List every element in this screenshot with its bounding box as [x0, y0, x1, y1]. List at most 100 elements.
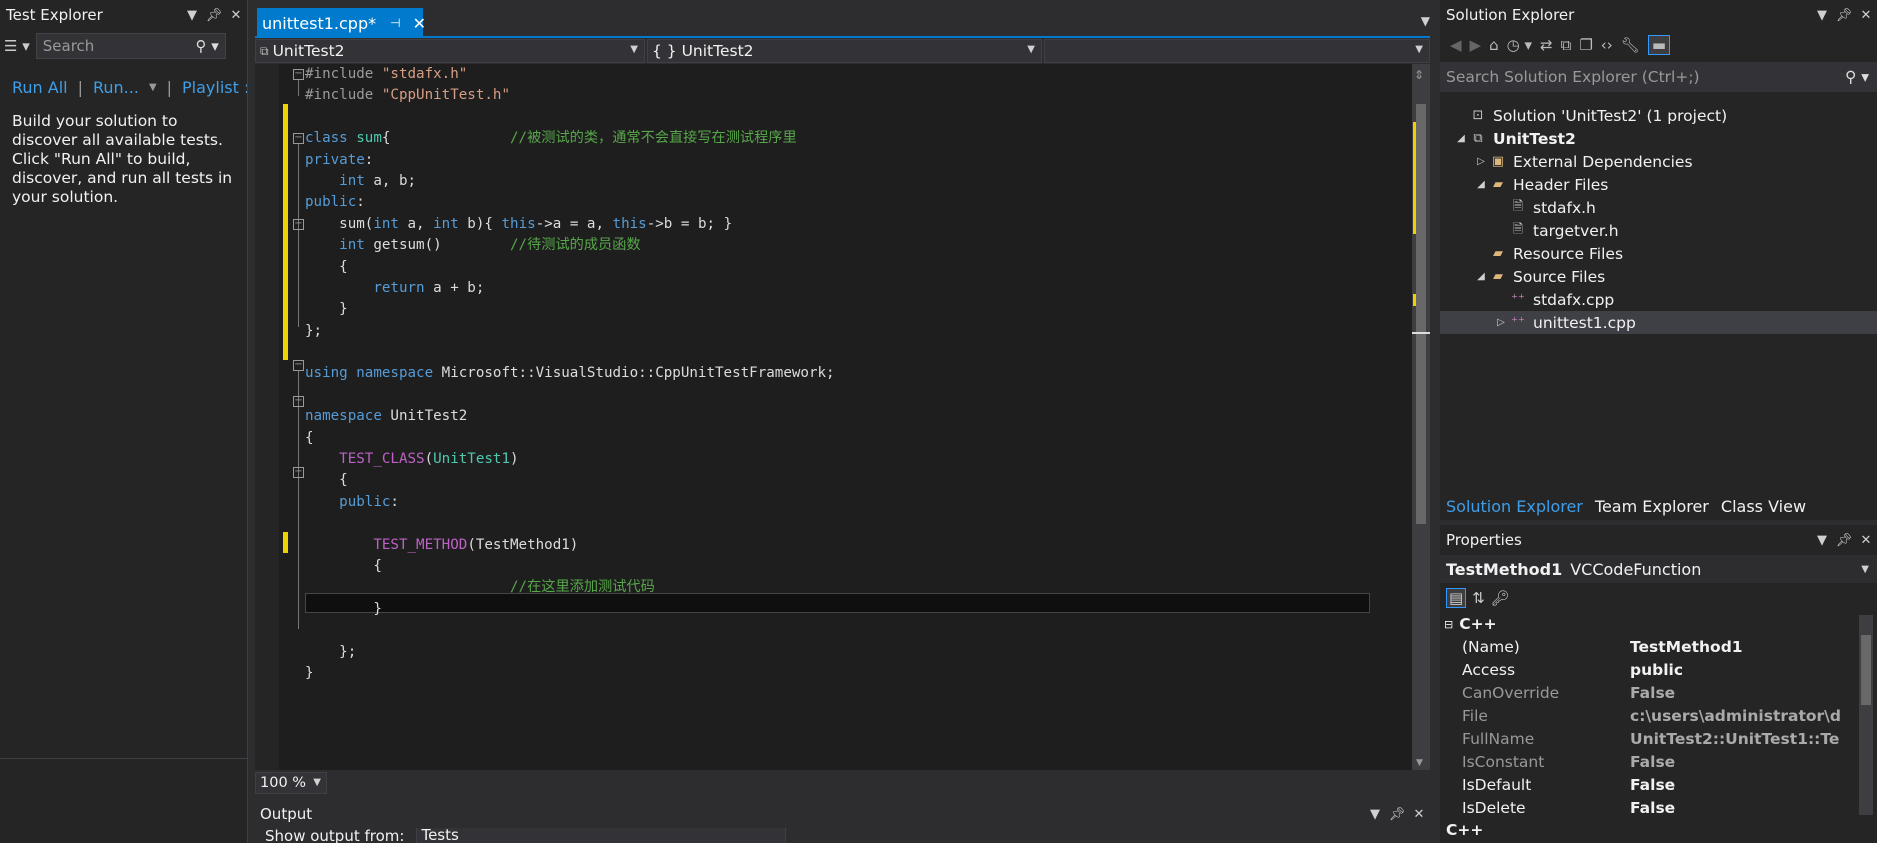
tab-team-explorer[interactable]: Team Explorer [1589, 497, 1715, 516]
expand-icon[interactable]: ▷ [1494, 317, 1508, 328]
code-line[interactable]: int a, b; [305, 171, 835, 192]
collapse-icon[interactable]: − [293, 219, 304, 230]
run-all-link[interactable]: Run All [12, 78, 68, 97]
properties-scrollbar[interactable] [1859, 615, 1873, 815]
property-row[interactable]: Access public [1440, 658, 1877, 681]
property-row[interactable]: IsDelete False [1440, 796, 1877, 819]
split-icon[interactable]: ⇕ [1414, 68, 1424, 82]
tree-item[interactable]: 🗎︎ stdafx.h [1440, 196, 1877, 219]
search-icon[interactable]: ⚲ ▾ [195, 37, 218, 55]
code-line[interactable] [305, 513, 835, 534]
collapse-icon[interactable]: ◢ [1474, 179, 1488, 190]
property-value[interactable]: False [1630, 776, 1840, 794]
code-line[interactable]: } [305, 299, 835, 320]
code-line[interactable]: } [305, 599, 835, 620]
code-line[interactable]: //在这里添加测试代码 [305, 577, 835, 598]
property-row[interactable]: FullName UnitTest2::UnitTest1::TestM [1440, 727, 1877, 750]
test-search-input[interactable]: Search ⚲ ▾ [35, 33, 226, 59]
home-icon[interactable]: ⌂ [1489, 36, 1499, 54]
code-line[interactable]: { [305, 470, 835, 491]
collapse-icon[interactable]: − [293, 360, 304, 371]
sync-icon[interactable]: ⇄ [1540, 36, 1553, 54]
object-selector[interactable]: TestMethod1 VCCodeFunction ▼ [1440, 555, 1877, 583]
tree-item[interactable]: 🗎︎ targetver.h [1440, 219, 1877, 242]
tab-overflow-icon[interactable]: ▼ [1421, 14, 1430, 28]
back-icon[interactable]: ◀ [1450, 36, 1462, 54]
collapse-icon[interactable]: ◢ [1454, 133, 1468, 144]
property-row[interactable]: IsConstant False [1440, 750, 1877, 773]
code-line[interactable]: }; [305, 321, 835, 342]
property-row[interactable]: CanOverride False [1440, 681, 1877, 704]
close-icon[interactable]: ✕ [1855, 8, 1877, 23]
tree-item[interactable]: ⁺⁺ stdafx.cpp [1440, 288, 1877, 311]
pin-icon[interactable]: 📌︎ [1833, 533, 1855, 548]
view-code-icon[interactable]: ‹› [1601, 36, 1613, 54]
property-value[interactable]: c:\users\administrator\doc [1630, 707, 1840, 725]
property-category[interactable]: ⊟ C++ [1440, 613, 1877, 635]
tree-item[interactable]: ▰ Resource Files [1440, 242, 1877, 265]
code-line[interactable]: { [305, 556, 835, 577]
code-line[interactable] [305, 385, 835, 406]
dropdown-icon[interactable]: ▼ [1364, 807, 1386, 822]
code-line[interactable]: }; [305, 642, 835, 663]
collapse-icon[interactable]: ◢ [1474, 271, 1488, 282]
pin-icon[interactable]: 📌︎ [1833, 8, 1855, 23]
tab-unittest1-cpp[interactable]: unittest1.cpp* ⊣ ✕ [257, 8, 426, 38]
code-line[interactable]: int getsum() //待测试的成员函数 [305, 235, 835, 256]
scrollbar-thumb[interactable] [1861, 635, 1871, 705]
run-dropdown-icon[interactable]: ▼ [149, 82, 157, 93]
code-line[interactable]: public: [305, 192, 835, 213]
playlist-link[interactable]: Playlist : Al [182, 78, 247, 97]
output-source-combo[interactable]: Tests [416, 828, 787, 843]
scroll-down-icon[interactable]: ▼ [1416, 758, 1423, 768]
property-pages-icon[interactable]: 🔑︎ [1491, 589, 1510, 607]
code-line[interactable]: private: [305, 150, 835, 171]
close-icon[interactable]: ✕ [225, 8, 247, 23]
code-line[interactable]: TEST_METHOD(TestMethod1) [305, 535, 835, 556]
close-icon[interactable]: ✕ [1855, 533, 1877, 548]
scope-combo[interactable]: { } UnitTest2 ▼ [647, 39, 1042, 63]
tree-item[interactable]: ◢ ▰ Header Files [1440, 173, 1877, 196]
vertical-scrollbar[interactable]: ⇕ ▼ [1412, 64, 1430, 770]
tree-item[interactable]: ◢ ⧉ UnitTest2 [1440, 127, 1877, 150]
group-by-icon[interactable]: ☰ ▾ [4, 37, 30, 55]
code-line[interactable]: namespace UnitTest2 [305, 406, 835, 427]
expand-icon[interactable]: ▷ [1474, 156, 1488, 167]
solution-search-input[interactable]: Search Solution Explorer (Ctrl+;) ⚲ ▾ [1440, 62, 1877, 92]
code-line[interactable] [305, 620, 835, 641]
code-line[interactable]: return a + b; [305, 278, 835, 299]
code-line[interactable]: class sum{ //被测试的类，通常不会直接写在测试程序里 [305, 128, 835, 149]
code-line[interactable]: { [305, 257, 835, 278]
code-line[interactable]: using namespace Microsoft::VisualStudio:… [305, 363, 835, 384]
categorized-icon[interactable]: ▤ [1446, 588, 1467, 608]
scrollbar-thumb[interactable] [1416, 104, 1426, 524]
member-combo[interactable]: ▼ [1044, 39, 1430, 63]
pin-icon[interactable]: 📌︎ [1386, 807, 1408, 822]
property-row[interactable]: IsDefault False [1440, 773, 1877, 796]
pin-icon[interactable]: ⊣ [390, 16, 400, 30]
property-value[interactable]: TestMethod1 [1630, 638, 1840, 656]
code-line[interactable] [305, 342, 835, 363]
tab-solution-explorer[interactable]: Solution Explorer [1440, 497, 1589, 516]
search-icon[interactable]: ⚲ ▾ [1845, 68, 1869, 86]
code-line[interactable] [305, 107, 835, 128]
run-link[interactable]: Run... [93, 78, 139, 97]
dropdown-icon[interactable]: ▼ [1811, 8, 1833, 23]
code-line[interactable]: #include "stdafx.h" [305, 64, 835, 85]
zoom-combo[interactable]: 100 % ▼ [255, 771, 327, 794]
collapse-icon[interactable]: − [293, 69, 304, 80]
code-line[interactable]: TEST_CLASS(UnitTest1) [305, 449, 835, 470]
code-area[interactable]: − − − − − − #include "stdafx.h" #include … [255, 64, 1430, 770]
property-row[interactable]: File c:\users\administrator\doc [1440, 704, 1877, 727]
code-line[interactable]: } [305, 663, 835, 684]
preview-icon[interactable]: ▬ [1647, 35, 1670, 55]
tab-class-view[interactable]: Class View [1715, 497, 1812, 516]
code-line[interactable]: sum(int a, int b){ this->a = a, this->b … [305, 214, 835, 235]
close-icon[interactable]: ✕ [1408, 807, 1430, 822]
dropdown-icon[interactable]: ▼ [1811, 533, 1833, 548]
code-line[interactable]: public: [305, 492, 835, 513]
close-icon[interactable]: ✕ [413, 14, 426, 33]
property-row[interactable]: (Name) TestMethod1 [1440, 635, 1877, 658]
tree-item[interactable]: ▷ ⁺⁺ unittest1.cpp [1440, 311, 1877, 334]
collapse-icon[interactable]: − [293, 133, 304, 144]
